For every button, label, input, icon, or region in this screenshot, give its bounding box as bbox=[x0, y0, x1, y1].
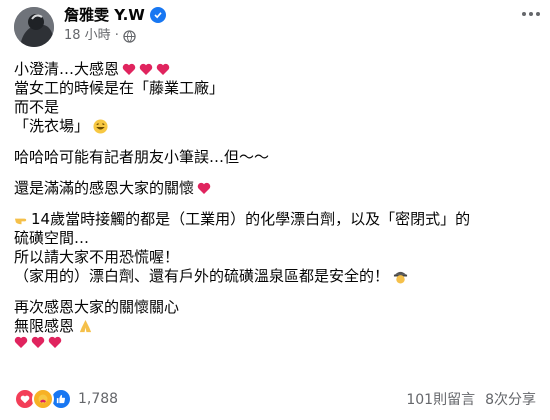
care-reaction-icon bbox=[32, 388, 54, 410]
post-body: 小澄清…大感恩 當女工的時候是在「藤業工廠」 而不是 「洗衣場」 哈哈哈可能有記… bbox=[14, 60, 539, 349]
post-line-text: 還是滿滿的感恩大家的關懷 bbox=[14, 179, 195, 197]
author-avatar[interactable] bbox=[14, 7, 54, 47]
post-meta: 18 小時 · bbox=[64, 28, 136, 44]
post-line: 再次感恩大家的關懷關心 bbox=[14, 298, 539, 317]
post-line-text: 小澄清…大感恩 bbox=[14, 60, 120, 78]
red-heart-icon bbox=[139, 63, 153, 75]
backhand-index-pointing-right-icon bbox=[14, 218, 27, 225]
post-line-text: 當女工的時候是在「藤業工廠」 bbox=[14, 79, 225, 97]
meta-separator: · bbox=[114, 28, 119, 43]
post-line: 哈哈哈可能有記者朋友小筆誤…但～～ bbox=[14, 148, 539, 167]
verified-badge-icon bbox=[149, 7, 166, 23]
reactions-summary[interactable]: 1,788 bbox=[14, 388, 118, 410]
author-name[interactable]: 詹雅雯 Y.W bbox=[64, 5, 145, 25]
red-heart-icon bbox=[14, 336, 28, 348]
red-heart-icon bbox=[122, 63, 136, 75]
post-line: 還是滿滿的感恩大家的關懷 bbox=[14, 179, 539, 198]
post-line: 小澄清…大感恩 bbox=[14, 60, 539, 79]
red-heart-icon bbox=[31, 336, 45, 348]
post-line: （家用的）漂白劑、還有戶外的硫磺溫泉區都是安全的！ bbox=[14, 267, 539, 286]
comments-count-link[interactable]: 101則留言 bbox=[406, 389, 475, 409]
post-timestamp[interactable]: 18 小時 bbox=[64, 28, 111, 44]
avatar-photo bbox=[14, 7, 54, 47]
post-footer: 1,788 101則留言 8次分享 bbox=[14, 388, 536, 410]
post-line: 而不是 bbox=[14, 98, 539, 117]
post-line-text: 硫磺空間… bbox=[14, 229, 90, 247]
post-line-text: 哈哈哈可能有記者朋友小筆誤…但～～ bbox=[14, 148, 270, 166]
post-line-text: 而不是 bbox=[14, 98, 60, 116]
red-heart-icon bbox=[197, 182, 211, 194]
folded-hands-icon bbox=[79, 319, 92, 333]
reaction-count[interactable]: 1,788 bbox=[78, 391, 118, 407]
post-line: 硫磺空間… bbox=[14, 229, 539, 248]
post-line: 14歲當時接觸的都是（工業用）的化學漂白劑，以及「密閉式」的 bbox=[14, 210, 539, 229]
detective-icon bbox=[393, 271, 408, 284]
post-line: 當女工的時候是在「藤業工廠」 bbox=[14, 79, 539, 98]
post-line-text: 「洗衣場」 bbox=[14, 117, 90, 135]
post-line: 「洗衣場」 bbox=[14, 117, 539, 136]
post-line-text: 14歲當時接觸的都是（工業用）的化學漂白劑，以及「密閉式」的 bbox=[31, 210, 471, 228]
post-line: 所以請大家不用恐慌喔！ bbox=[14, 248, 539, 267]
post-line-text: 再次感恩大家的關懷關心 bbox=[14, 298, 180, 316]
globe-icon[interactable] bbox=[123, 29, 136, 43]
post-line-text: （家用的）漂白劑、還有戶外的硫磺溫泉區都是安全的！ bbox=[14, 267, 390, 285]
shares-count-link[interactable]: 8次分享 bbox=[485, 389, 536, 409]
post-line-text: 無限感恩 bbox=[14, 317, 75, 335]
post-line: 無限感恩 bbox=[14, 317, 539, 336]
red-heart-icon bbox=[48, 336, 62, 348]
engagement-stats: 101則留言 8次分享 bbox=[406, 389, 536, 409]
grinning-face-icon bbox=[93, 119, 108, 134]
post-line bbox=[14, 336, 539, 349]
post-line-text: 所以請大家不用恐慌喔！ bbox=[14, 248, 180, 266]
post-header-author: 詹雅雯 Y.W bbox=[64, 5, 166, 25]
more-options-icon[interactable] bbox=[522, 12, 540, 16]
red-heart-icon bbox=[156, 63, 170, 75]
